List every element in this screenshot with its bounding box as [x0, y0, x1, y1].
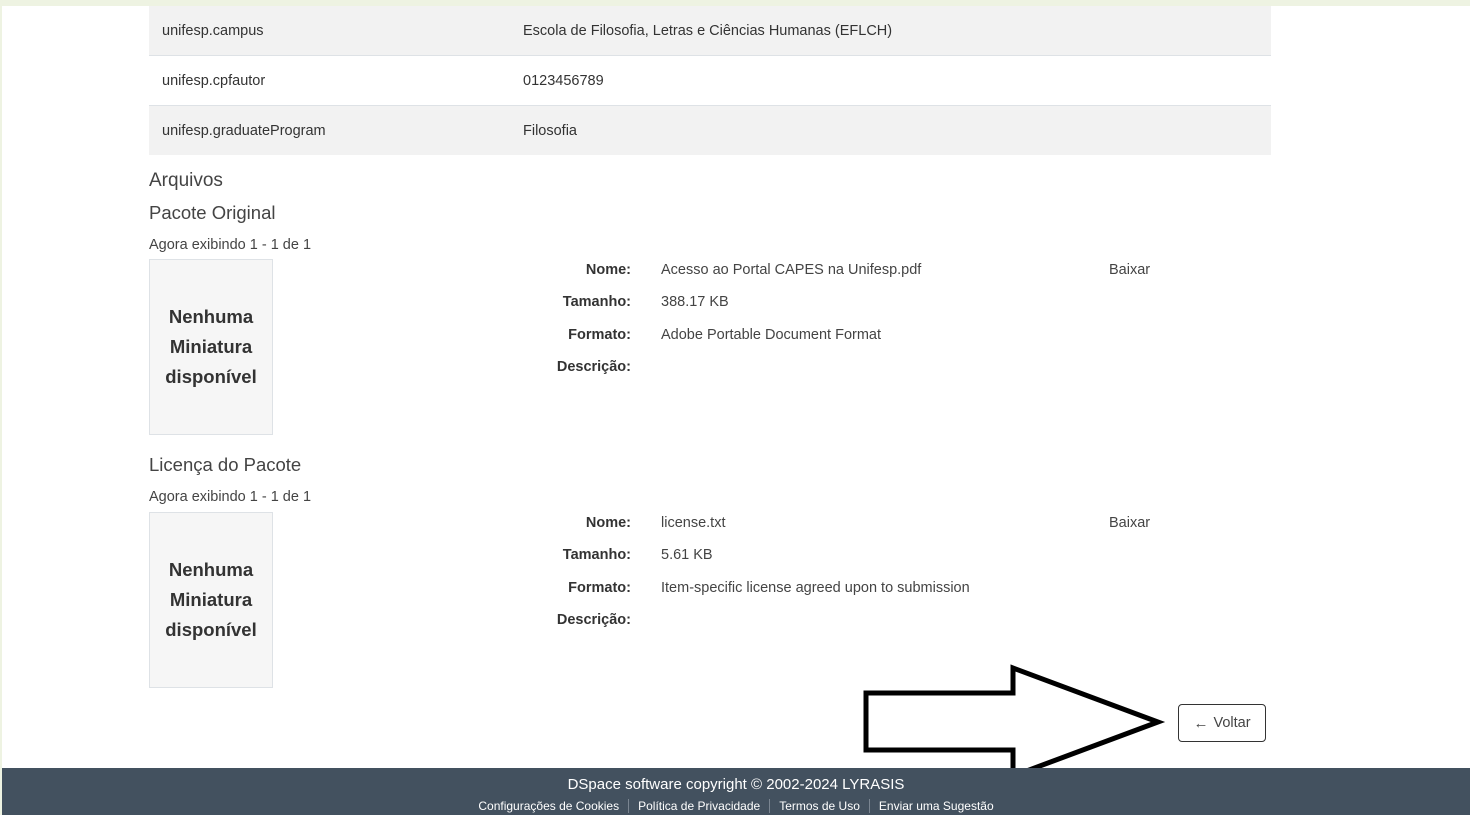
file-description-row: Descrição: [556, 359, 631, 376]
file-details: Nome: license.txt Baixar Tamanho: 5.61 K… [522, 507, 1182, 636]
file-size-row: Tamanho: 388.17 KB [522, 286, 1182, 318]
file-size-row: Tamanho: 5.61 KB [522, 539, 1182, 571]
download-link[interactable]: Baixar [1109, 515, 1150, 531]
outline-arrow-right-icon [863, 664, 1166, 780]
file-size: 5.61 KB [661, 547, 713, 564]
download-link[interactable]: Baixar [1109, 262, 1150, 278]
back-button[interactable]: ← Voltar [1178, 704, 1266, 742]
pagination-info: Agora exibindo 1 - 1 de 1 [149, 237, 312, 253]
metadata-key: unifesp.graduateProgram [162, 122, 326, 139]
item-page: unifesp.campus Escola de Filosofia, Letr… [2, 6, 1470, 780]
metadata-value: Escola de Filosofia, Letras e Ciências H… [523, 22, 893, 39]
back-button-label: Voltar [1213, 715, 1251, 731]
metadata-table: unifesp.campus Escola de Filosofia, Letr… [149, 6, 1271, 155]
bundle-title-original: Pacote Original [149, 202, 276, 223]
footer-link-feedback[interactable]: Enviar uma Sugestão [868, 799, 1003, 813]
file-name: Acesso ao Portal CAPES na Unifesp.pdf [661, 262, 922, 279]
thumbnail-placeholder: Nenhuma Miniatura disponível [149, 259, 273, 435]
file-format: Item-specific license agreed upon to sub… [661, 579, 970, 596]
footer: DSpace software copyright © 2002-2024 LY… [2, 768, 1470, 815]
footer-link-privacy[interactable]: Política de Privacidade [628, 799, 769, 813]
footer-link-cookies[interactable]: Configurações de Cookies [469, 799, 628, 813]
metadata-row: unifesp.graduateProgram Filosofia [149, 105, 1271, 155]
file-name: license.txt [661, 515, 726, 532]
metadata-row: unifesp.campus Escola de Filosofia, Letr… [149, 6, 1271, 55]
metadata-value: Filosofia [523, 122, 577, 139]
footer-link-terms[interactable]: Termos de Uso [769, 799, 869, 813]
files-heading: Arquivos [149, 170, 223, 191]
metadata-key: unifesp.campus [162, 22, 264, 39]
arrow-left-icon: ← [1193, 714, 1209, 732]
file-format: Adobe Portable Document Format [661, 326, 882, 343]
thumbnail-placeholder: Nenhuma Miniatura disponível [149, 512, 273, 688]
file-description-row: Descrição: [556, 612, 631, 629]
file-name-row: Nome: Acesso ao Portal CAPES na Unifesp.… [585, 262, 1151, 279]
pagination-info: Agora exibindo 1 - 1 de 1 [149, 489, 312, 505]
file-details: Nome: Acesso ao Portal CAPES na Unifesp.… [522, 254, 1182, 383]
file-size: 388.17 KB [661, 294, 729, 311]
metadata-row: unifesp.cpfautor 0123456789 [149, 55, 1271, 105]
metadata-key: unifesp.cpfautor [162, 72, 266, 89]
footer-copyright: DSpace software copyright © 2002-2024 LY… [567, 776, 905, 793]
bundle-title-license: Licença do Pacote [149, 454, 302, 475]
footer-links: Configurações de Cookies Política de Pri… [2, 799, 1470, 813]
file-name-row: Nome: license.txt Baixar [585, 515, 1151, 532]
file-format-row: Formato: Item-specific license agreed up… [522, 572, 1182, 604]
metadata-value: 0123456789 [523, 72, 604, 89]
file-format-row: Formato: Adobe Portable Document Format [522, 319, 1182, 351]
